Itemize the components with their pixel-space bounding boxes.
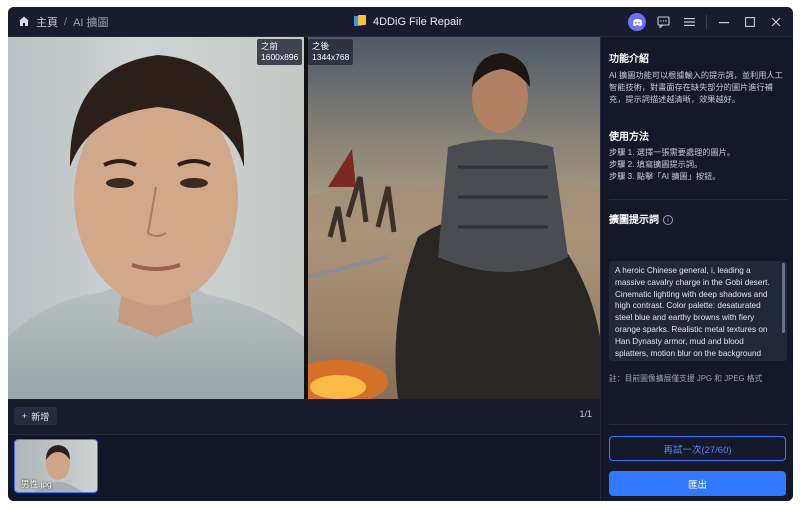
intro-title: 功能介紹 [609, 54, 649, 65]
before-size: 1600x896 [261, 52, 299, 62]
app-window: 主頁 / AI 擴圖 4DDiG File Repair 之前 1600x896… [8, 7, 793, 501]
app-title-text: 4DDiG File Repair [373, 16, 463, 28]
thumbnail-strip: 男性.jpg [8, 435, 600, 501]
close-icon[interactable] [767, 13, 785, 31]
prompt-title: 擴圖提示詞 i [609, 211, 673, 226]
breadcrumb-current: AI 擴圖 [73, 17, 109, 29]
add-file-label: 新增 [31, 411, 50, 422]
usage-step-1: 步驟 1. 選擇一張需要處理的圖片。 [609, 148, 736, 157]
window-controls [628, 7, 785, 37]
panel-divider [609, 199, 787, 200]
side-panel: 功能介紹 AI 擴圖功能可以根據輸入的提示詞，並利用人工智能技術，對畫面存在缺失… [600, 37, 793, 501]
breadcrumb-home[interactable]: 主頁 [36, 14, 58, 30]
plus-icon: + [22, 411, 28, 421]
page-indicator: 1/1 [579, 409, 592, 419]
add-file-button[interactable]: + 新增 [14, 407, 58, 425]
panel-divider-bottom [609, 424, 787, 425]
compare-preview[interactable]: 之前 1600x896 之後 1344x768 [8, 37, 600, 399]
app-logo-icon [353, 14, 367, 31]
before-tag: 之前 1600x896 [257, 39, 303, 65]
retry-button[interactable]: 再試一次(27/60) [609, 436, 786, 461]
after-image [308, 37, 600, 399]
prompt-scrollbar[interactable] [782, 263, 785, 333]
app-title: 4DDiG File Repair [353, 7, 462, 37]
maximize-icon[interactable] [741, 13, 759, 31]
format-note: 註：目前圖像擴展僅支援 JPG 和 JPEG 格式 [609, 374, 763, 383]
minimize-icon[interactable] [715, 13, 733, 31]
home-icon[interactable] [18, 15, 30, 30]
thumbnail-item[interactable]: 男性.jpg [14, 439, 98, 493]
discord-icon[interactable] [628, 13, 646, 31]
after-label: 之後 [312, 41, 330, 51]
intro-text: AI 擴圖功能可以根據輸入的提示詞，並利用人工智能技術，對畫面存在缺失部分的圖片… [609, 71, 783, 104]
info-icon[interactable]: i [663, 215, 673, 226]
file-toolbar: + 新增 1/1 [8, 399, 600, 435]
before-image [8, 37, 304, 399]
before-label: 之前 [261, 41, 279, 51]
feedback-icon[interactable] [654, 13, 672, 31]
controls-divider [706, 15, 707, 29]
after-tag: 之後 1344x768 [308, 39, 354, 65]
thumbnail-filename: 男性.jpg [21, 479, 52, 489]
breadcrumb-separator: / [64, 16, 68, 28]
prompt-textarea[interactable]: A heroic Chinese general, i, leading a m… [609, 261, 787, 361]
prompt-title-text: 擴圖提示詞 [609, 215, 659, 226]
after-size: 1344x768 [312, 52, 350, 62]
usage-step-3: 步驟 3. 點擊「AI 擴圖」按鈕。 [609, 172, 721, 181]
export-button[interactable]: 匯出 [609, 471, 786, 496]
usage-step-2: 步驟 2. 填寫擴圖提示詞。 [609, 160, 703, 169]
title-bar: 主頁 / AI 擴圖 4DDiG File Repair [8, 7, 793, 37]
menu-icon[interactable] [680, 13, 698, 31]
usage-title: 使用方法 [609, 132, 649, 143]
breadcrumb: 主頁 / AI 擴圖 [18, 7, 109, 37]
